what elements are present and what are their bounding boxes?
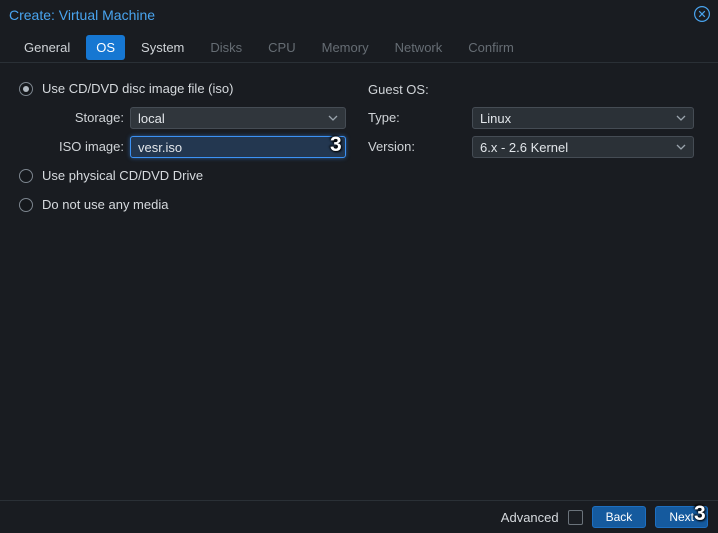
tab-general[interactable]: General <box>14 35 80 60</box>
chevron-down-icon <box>328 115 338 121</box>
tab-memory: Memory <box>312 35 379 60</box>
type-select[interactable]: Linux <box>472 107 694 129</box>
next-button[interactable]: Next <box>655 506 708 528</box>
storage-value: local <box>138 111 324 126</box>
storage-select[interactable]: local <box>130 107 346 129</box>
iso-image-value: vesr.iso <box>138 140 338 155</box>
dialog-title: Create: Virtual Machine <box>9 7 155 23</box>
chevron-down-icon <box>676 144 686 150</box>
footer-bar: Advanced Back Next <box>0 500 718 533</box>
radio-use-iso[interactable]: Use CD/DVD disc image file (iso) <box>19 81 233 96</box>
tab-cpu: CPU <box>258 35 305 60</box>
iso-image-label: ISO image: <box>0 136 124 158</box>
chevron-down-icon <box>676 115 686 121</box>
advanced-label: Advanced <box>501 510 559 525</box>
radio-no-media-label: Do not use any media <box>42 197 168 212</box>
storage-label: Storage: <box>0 107 124 129</box>
type-label: Type: <box>368 107 400 129</box>
radio-physical-drive-label: Use physical CD/DVD Drive <box>42 168 203 183</box>
tab-network: Network <box>385 35 453 60</box>
close-icon[interactable] <box>693 5 711 23</box>
titlebar: Create: Virtual Machine <box>0 0 718 30</box>
version-label: Version: <box>368 136 415 158</box>
radio-physical-drive[interactable]: Use physical CD/DVD Drive <box>19 168 203 183</box>
version-select[interactable]: 6.x - 2.6 Kernel <box>472 136 694 158</box>
guest-os-heading: Guest OS: <box>368 82 429 97</box>
radio-selected-icon <box>19 82 33 96</box>
radio-unselected-icon <box>19 169 33 183</box>
wizard-tabbar: General OS System Disks CPU Memory Netwo… <box>0 33 718 63</box>
radio-use-iso-label: Use CD/DVD disc image file (iso) <box>42 81 233 96</box>
iso-image-select[interactable]: vesr.iso <box>130 136 346 158</box>
radio-no-media[interactable]: Do not use any media <box>19 197 168 212</box>
version-value: 6.x - 2.6 Kernel <box>480 140 672 155</box>
tab-disks: Disks <box>200 35 252 60</box>
back-button[interactable]: Back <box>592 506 647 528</box>
advanced-checkbox[interactable] <box>568 510 583 525</box>
type-value: Linux <box>480 111 672 126</box>
tab-confirm: Confirm <box>458 35 524 60</box>
tab-system[interactable]: System <box>131 35 194 60</box>
tab-os[interactable]: OS <box>86 35 125 60</box>
radio-unselected-icon <box>19 198 33 212</box>
